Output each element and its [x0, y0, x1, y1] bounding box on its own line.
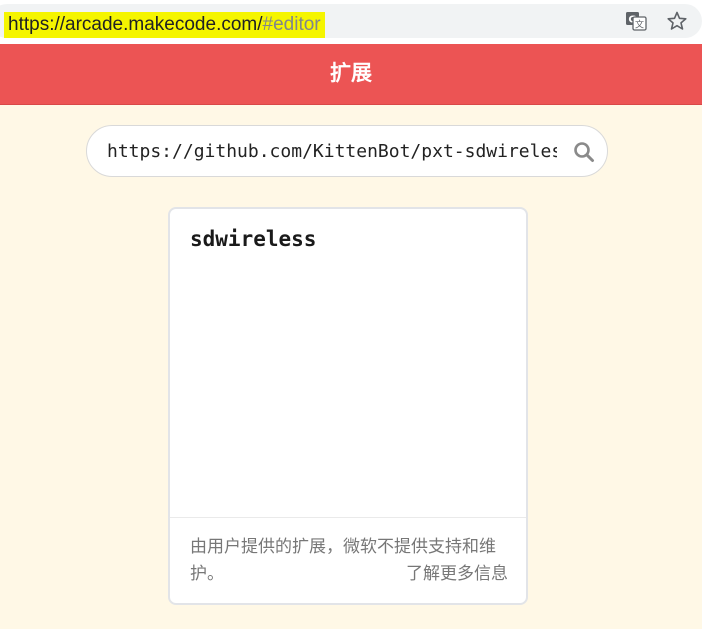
extension-card-sdwireless[interactable]: sdwireless 由用户提供的扩展，微软不提供支持和维护。 了解更多信息 [168, 207, 528, 605]
svg-text:文: 文 [635, 19, 644, 31]
search-icon[interactable] [573, 141, 595, 163]
url-hash: #editor [262, 14, 321, 35]
dialog-header: 扩展 [0, 44, 702, 105]
extension-search-input[interactable] [107, 126, 557, 176]
star-icon[interactable] [666, 10, 688, 32]
card-divider [170, 517, 526, 518]
dialog-title: 扩展 [330, 61, 372, 85]
address-bar[interactable]: https://arcade.makecode.com/#editor [0, 4, 702, 38]
extension-name: sdwireless [190, 227, 317, 251]
card-footer: 由用户提供的扩展，微软不提供支持和维护。 了解更多信息 [190, 534, 508, 588]
url-text[interactable]: https://arcade.makecode.com/#editor [4, 12, 325, 38]
translate-icon[interactable]: G 文 [625, 10, 647, 32]
learn-more-link[interactable]: 了解更多信息 [406, 561, 508, 588]
extension-search-box [86, 125, 608, 177]
url-main: https://arcade.makecode.com/ [8, 14, 263, 35]
browser-toolbar: https://arcade.makecode.com/#editor G 文 [0, 0, 702, 44]
